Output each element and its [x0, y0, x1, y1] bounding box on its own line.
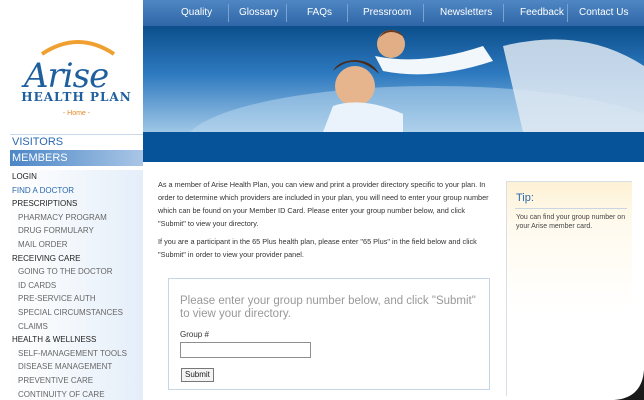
nav-contact-link[interactable]: Contact Us	[579, 0, 628, 26]
tip-panel: Tip: You can find your group number on y…	[506, 181, 632, 396]
group-number-label: Group #	[180, 330, 209, 339]
nav-faqs-link[interactable]: FAQs	[307, 0, 332, 26]
nav-separator	[286, 4, 287, 22]
group-number-form: Please enter your group number below, an…	[168, 278, 490, 390]
top-nav: Quality Glossary FAQs Pressroom Newslett…	[143, 0, 644, 26]
sidebar-nav: LOGIN FIND A DOCTOR PRESCRIPTIONS PHARMACY …	[10, 170, 143, 400]
tip-text: You can find your group number on your A…	[516, 214, 626, 230]
form-heading: Please enter your group number below, an…	[180, 295, 476, 320]
sun-arc-icon	[40, 40, 116, 56]
nav-newsletters-link[interactable]: Newsletters	[440, 0, 492, 26]
plus65-paragraph: If you are a participant in the 65 Plus …	[158, 237, 477, 259]
sidebar-item-special-circumstances[interactable]: SPECIAL CIRCUMSTANCES	[10, 306, 143, 320]
nav-quality-link[interactable]: Quality	[181, 0, 212, 26]
submit-button[interactable]: Submit	[181, 368, 214, 382]
nav-separator	[423, 4, 424, 22]
home-link[interactable]: - Home -	[10, 110, 143, 117]
sidebar-item-id-cards[interactable]: ID CARDS	[10, 279, 143, 293]
sidebar-item-find-a-doctor[interactable]: FIND A DOCTOR	[10, 184, 143, 198]
sidebar-item-pharmacy-program[interactable]: PHARMACY PROGRAM	[10, 211, 143, 225]
sidebar-item-mail-order[interactable]: MAIL ORDER	[10, 238, 143, 252]
nav-pressroom-link[interactable]: Pressroom	[363, 0, 411, 26]
sidebar-item-claims[interactable]: CLAIMS	[10, 320, 143, 334]
tip-divider	[515, 208, 627, 209]
sidebar-item-preventive-care[interactable]: PREVENTIVE CARE	[10, 374, 143, 388]
tip-title: Tip:	[516, 192, 534, 204]
sidebar-item-drug-formulary[interactable]: DRUG FORMULARY	[10, 224, 143, 238]
nav-feedback-link[interactable]: Feedback	[520, 0, 564, 26]
sidebar-item-disease-management[interactable]: DISEASE MANAGEMENT	[10, 360, 143, 374]
page-corner-icon	[614, 370, 644, 400]
sidebar-item-prescriptions[interactable]: PRESCRIPTIONS	[10, 197, 143, 211]
family-photo-icon	[189, 30, 644, 132]
sidebar-item-health-wellness[interactable]: HEALTH & WELLNESS	[10, 333, 143, 347]
nav-separator	[228, 4, 229, 22]
hero-banner	[143, 26, 644, 132]
sidebar-item-pre-service-auth[interactable]: PRE-SERVICE AUTH	[10, 292, 143, 306]
main-content: As a member of Arise Health Plan, you ca…	[158, 178, 494, 261]
sidebar-item-receiving-care[interactable]: RECEIVING CARE	[10, 252, 143, 266]
sidebar-item-going-to-the-doctor[interactable]: GOING TO THE DOCTOR	[10, 265, 143, 279]
logo[interactable]: Arise HEALTH PLAN - Home -	[10, 0, 143, 138]
nav-glossary-link[interactable]: Glossary	[239, 0, 278, 26]
sidebar-item-login[interactable]: LOGIN	[10, 170, 143, 184]
sidebar-item-continuity-of-care[interactable]: CONTINUITY OF CARE	[10, 388, 143, 400]
logo-subtitle: HEALTH PLAN	[21, 90, 132, 104]
nav-separator	[567, 4, 568, 22]
group-number-input[interactable]	[180, 342, 311, 358]
nav-separator	[503, 4, 504, 22]
page: Quality Glossary FAQs Pressroom Newslett…	[10, 0, 644, 400]
sidebar-visitors-link[interactable]: VISITORS	[10, 134, 143, 149]
intro-paragraph: As a member of Arise Health Plan, you ca…	[158, 180, 489, 228]
hero-bottom-bar	[143, 132, 644, 162]
sidebar-members-header[interactable]: MEMBERS	[10, 150, 143, 166]
sidebar-item-self-management-tools[interactable]: SELF-MANAGEMENT TOOLS	[10, 347, 143, 361]
nav-separator	[347, 4, 348, 22]
